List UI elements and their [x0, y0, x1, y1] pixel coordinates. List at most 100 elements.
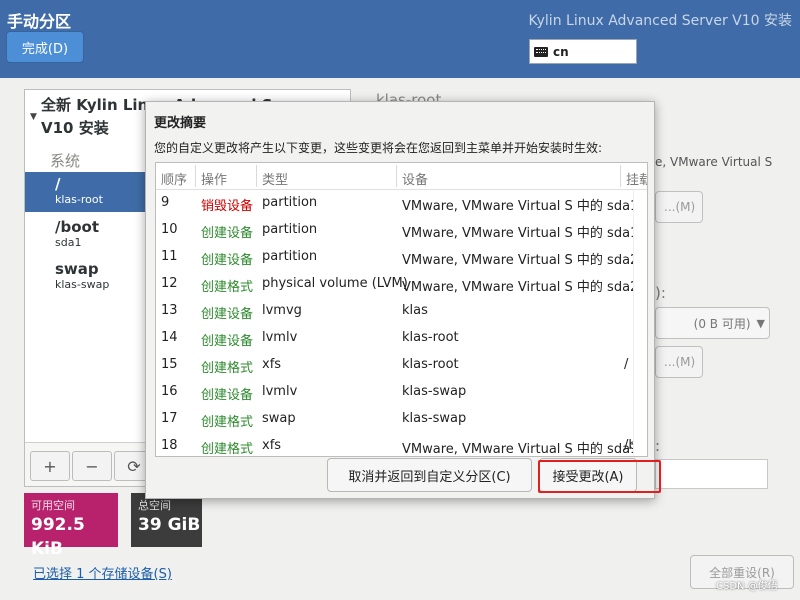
cell-order: 15 — [161, 357, 178, 372]
expander-arrow-icon[interactable]: ▼ — [30, 112, 37, 122]
total-space-box: 总空间 39 GiB — [131, 493, 202, 547]
table-row[interactable]: 13 创建设备 lvmvg klas — [156, 298, 647, 325]
top-header: 手动分区 完成(D) Kylin Linux Advanced Server V… — [0, 0, 800, 78]
mount-point-swap[interactable]: swap klas-swap — [25, 260, 148, 298]
cell-order: 13 — [161, 303, 178, 318]
cell-action: 创建设备 — [201, 388, 254, 403]
cell-order: 11 — [161, 249, 178, 264]
cell-device: klas — [402, 303, 428, 318]
cell-order: 10 — [161, 222, 178, 237]
device-description: e, VMware Virtual S — [655, 155, 773, 169]
mount-point-name: /boot — [55, 218, 99, 236]
mount-point-device: klas-root — [55, 193, 103, 206]
changes-table: 顺序 操作 类型 设备 挂载 9 销毁设备 partition VMware, … — [155, 162, 648, 457]
column-header-mount[interactable]: 挂载 — [626, 169, 647, 188]
cell-device: klas-root — [402, 330, 459, 345]
dialog-description: 您的自定义更改将产生以下变更，这些变更将会在您返回到主菜单并开始安装时生效: — [154, 141, 603, 155]
cell-action: 创建设备 — [201, 307, 254, 322]
table-row[interactable]: 18 创建格式 xfs VMware, VMware Virtual S 中的 … — [156, 433, 647, 457]
cell-order: 12 — [161, 276, 178, 291]
cell-device: VMware, VMware Virtual S 中的 sda2 — [402, 253, 639, 268]
cell-type: lvmvg — [262, 303, 302, 318]
label-input[interactable] — [655, 459, 768, 489]
summary-of-changes-dialog: 更改摘要 您的自定义更改将产生以下变更，这些变更将会在您返回到主菜单并开始安装时… — [145, 101, 655, 499]
cell-type: lvmlv — [262, 330, 298, 345]
cell-action: 销毁设备 — [201, 199, 254, 214]
cell-mount: / — [624, 357, 629, 372]
cell-order: 9 — [161, 195, 170, 210]
cell-action: 创建设备 — [201, 226, 254, 241]
total-space-value: 39 GiB — [138, 515, 201, 535]
column-header-device[interactable]: 设备 — [402, 169, 428, 188]
mount-point-device: sda1 — [55, 236, 82, 249]
cell-type: xfs — [262, 438, 282, 453]
cell-type: xfs — [262, 357, 282, 372]
cell-order: 18 — [161, 438, 178, 453]
cell-order: 17 — [161, 411, 178, 426]
cell-type: partition — [262, 249, 318, 264]
table-row[interactable]: 16 创建设备 lvmlv klas-swap — [156, 379, 647, 406]
table-row[interactable]: 14 创建设备 lvmlv klas-root — [156, 325, 647, 352]
table-row[interactable]: 17 创建格式 swap klas-swap — [156, 406, 647, 433]
section-label-system: 系统 — [50, 152, 81, 170]
cell-action: 创建设备 — [201, 253, 254, 268]
cell-device: klas-root — [402, 357, 459, 372]
accept-changes-button[interactable]: 接受更改(A) — [539, 458, 637, 492]
cell-device: klas-swap — [402, 384, 467, 399]
table-row[interactable]: 10 创建设备 partition VMware, VMware Virtual… — [156, 217, 647, 244]
table-row[interactable]: 11 创建设备 partition VMware, VMware Virtual… — [156, 244, 647, 271]
cell-device: VMware, VMware Virtual S 中的 sda2 — [402, 280, 639, 295]
field-label-2: : — [655, 437, 661, 455]
cell-device: VMware, VMware Virtual S 中的 sda1 — [402, 442, 639, 457]
cell-action: 创建格式 — [201, 280, 254, 295]
done-button[interactable]: 完成(D) — [6, 31, 84, 63]
available-space-value: 992.5 KiB — [31, 515, 85, 559]
mount-point-device: klas-swap — [55, 278, 110, 291]
cell-type: partition — [262, 195, 318, 210]
add-mount-point-button[interactable]: + — [30, 451, 70, 481]
keyboard-layout-indicator[interactable]: cn — [529, 39, 637, 64]
cell-type: partition — [262, 222, 318, 237]
cell-device: klas-swap — [402, 411, 467, 426]
cell-action: 创建设备 — [201, 334, 254, 349]
keyboard-layout-label: cn — [553, 44, 569, 59]
modify-device-button[interactable]: ...(M) — [655, 191, 703, 223]
watermark: CSDN @俊俉 — [716, 581, 778, 592]
table-row[interactable]: 9 销毁设备 partition VMware, VMware Virtual … — [156, 190, 647, 217]
mount-point-name: swap — [55, 260, 99, 278]
product-title: Kylin Linux Advanced Server V10 安装 — [528, 13, 792, 29]
column-header-order[interactable]: 顺序 — [161, 169, 187, 188]
column-header-type[interactable]: 类型 — [262, 169, 288, 188]
cell-type: lvmlv — [262, 384, 298, 399]
mount-point-boot[interactable]: /boot sda1 — [25, 218, 148, 256]
cell-action: 创建格式 — [201, 415, 254, 430]
modify-volume-button[interactable]: ...(M) — [655, 346, 703, 378]
table-scrollbar[interactable] — [633, 190, 647, 456]
chevron-down-icon: ▼ — [756, 316, 765, 330]
page-title: 手动分区 — [7, 12, 72, 31]
cell-action: 创建格式 — [201, 442, 254, 457]
cell-type: physical volume (LVM) — [262, 276, 408, 291]
volume-group-select[interactable]: (0 B 可用) ▼ — [655, 307, 770, 339]
table-row[interactable]: 12 创建格式 physical volume (LVM) VMware, VM… — [156, 271, 647, 298]
cell-order: 16 — [161, 384, 178, 399]
cancel-return-button[interactable]: 取消并返回到自定义分区(C) — [327, 458, 532, 492]
cell-device: VMware, VMware Virtual S 中的 sda1 — [402, 199, 639, 214]
mount-point-root[interactable]: / klas-root — [25, 172, 148, 212]
cell-order: 14 — [161, 330, 178, 345]
column-header-action[interactable]: 操作 — [201, 169, 227, 188]
table-header: 顺序 操作 类型 设备 挂载 — [156, 163, 647, 190]
table-row[interactable]: 15 创建格式 xfs klas-root / — [156, 352, 647, 379]
cell-device: VMware, VMware Virtual S 中的 sda1 — [402, 226, 639, 241]
volume-group-value: (0 B 可用) — [693, 316, 751, 331]
available-space-box: 可用空间 992.5 KiB — [24, 493, 118, 559]
total-space-label: 总空间 — [138, 499, 171, 512]
mount-point-name: / — [55, 175, 61, 193]
dialog-title: 更改摘要 — [154, 116, 207, 131]
field-label: ): — [655, 284, 666, 302]
keyboard-icon — [534, 46, 548, 57]
remove-mount-point-button[interactable]: − — [72, 451, 112, 481]
cell-action: 创建格式 — [201, 361, 254, 376]
cell-type: swap — [262, 411, 296, 426]
selected-storage-link[interactable]: 已选择 1 个存储设备(S) — [33, 563, 172, 582]
